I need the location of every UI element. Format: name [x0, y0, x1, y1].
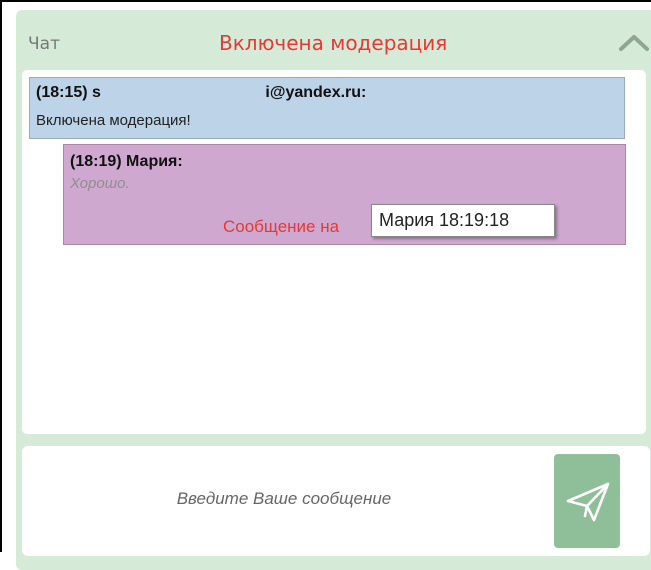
chat-label: Чат [28, 34, 60, 54]
message-item-system: (18:15) s i@yandex.ru: Включена модераци… [29, 77, 625, 139]
message-text: Хорошо. [70, 175, 130, 192]
chevron-up-icon [619, 35, 649, 51]
chat-panel: Чат Включена модерация (18:15) s i@yande… [16, 10, 651, 570]
composer-area [22, 446, 650, 556]
window-top-border [0, 0, 651, 2]
paper-plane-icon [566, 482, 610, 522]
message-tooltip: Мария 18:19:18 [371, 204, 555, 237]
message-text: Включена модерация! [36, 112, 191, 129]
message-moderation-status: Сообщение на [223, 217, 340, 236]
moderation-status-title: Включена модерация [219, 31, 448, 55]
message-input[interactable] [22, 446, 546, 552]
message-header: (18:15) s i@yandex.ru: [36, 84, 367, 101]
window-left-border [0, 0, 2, 552]
send-button[interactable] [554, 454, 620, 548]
messages-area[interactable]: (18:15) s i@yandex.ru: Включена модераци… [22, 70, 646, 434]
collapse-chat-button[interactable] [616, 28, 651, 56]
message-header: (18:19) Мария: [70, 153, 183, 170]
